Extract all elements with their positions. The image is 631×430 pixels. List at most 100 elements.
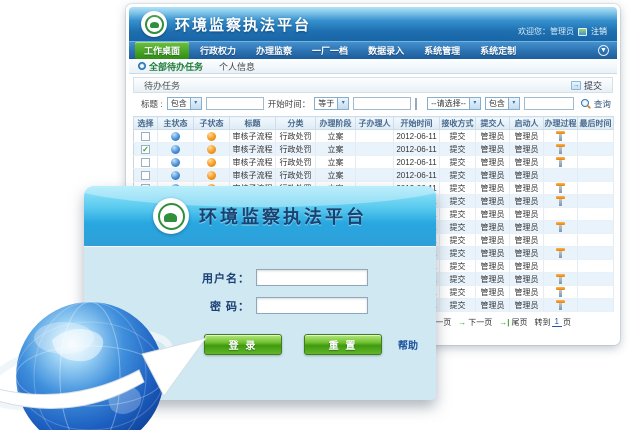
process-cell <box>544 221 578 234</box>
menu-item[interactable]: 系统定制 <box>471 42 525 59</box>
receive-cell: 提交 <box>440 130 476 143</box>
table-row[interactable]: 审核子流程行政处罚立案2012-06-11提交管理员管理员 <box>134 130 614 143</box>
process-icon[interactable] <box>556 157 565 167</box>
column-header: 接收方式 <box>440 117 476 130</box>
main-status-cell <box>158 169 194 182</box>
submit-link[interactable]: → 提交 <box>571 79 602 92</box>
category-select[interactable]: --请选择-- ▾ <box>427 97 481 110</box>
process-icon[interactable] <box>556 248 565 258</box>
title-op-select[interactable]: 包含 ▾ <box>167 97 202 110</box>
starter-cell: 管理员 <box>510 260 544 273</box>
submitter-cell: 管理员 <box>476 247 510 260</box>
menu-item[interactable]: 办理监察 <box>247 42 301 59</box>
process-icon[interactable] <box>556 183 565 193</box>
search-label: 查询 <box>594 98 611 110</box>
submitter-cell: 管理员 <box>476 195 510 208</box>
main-header: 环境监察执法平台 欢迎您：管理员 注销 <box>129 7 617 41</box>
process-icon[interactable] <box>556 144 565 154</box>
column-header: 办理过程 <box>544 117 578 130</box>
reset-button[interactable]: 重 置 <box>304 334 382 355</box>
process-cell <box>544 208 578 221</box>
row-checkbox[interactable]: ✓ <box>141 145 150 154</box>
start-time-input[interactable] <box>353 97 411 110</box>
process-cell <box>544 247 578 260</box>
login-title: 环境监察执法平台 <box>199 203 367 229</box>
select-cell <box>134 130 158 143</box>
bullet-icon <box>138 62 146 70</box>
subtab[interactable]: 个人信息 <box>219 60 255 73</box>
title-filter-input[interactable] <box>206 97 264 110</box>
password-input[interactable] <box>256 297 368 314</box>
menu-item[interactable]: 行政权力 <box>191 42 245 59</box>
subtab[interactable]: 全部待办任务 <box>138 60 203 73</box>
pagination-next[interactable]: →下一页 <box>458 317 492 328</box>
process-icon[interactable] <box>556 300 565 310</box>
process-cell <box>544 169 578 182</box>
login-buttons: 登 录 重 置 帮助 <box>204 334 418 355</box>
logout-link[interactable]: 注销 <box>591 26 607 37</box>
process-cell <box>544 156 578 169</box>
goto-page-number[interactable]: 1 <box>552 317 562 327</box>
logo-ring <box>145 15 164 34</box>
starter-cell: 管理员 <box>510 130 544 143</box>
collapse-icon[interactable]: ▼ <box>598 45 609 56</box>
column-header: 开始时间 <box>394 117 440 130</box>
start-op-select[interactable]: 等于 ▾ <box>314 97 349 110</box>
select-cell: ✓ <box>134 143 158 156</box>
menu-item[interactable]: 系统管理 <box>415 42 469 59</box>
category-cell: 行政处罚 <box>276 156 316 169</box>
search-button[interactable]: 查询 <box>581 98 611 110</box>
process-cell <box>544 195 578 208</box>
submitter-cell: 管理员 <box>476 182 510 195</box>
process-icon[interactable] <box>556 222 565 232</box>
starter-cell: 管理员 <box>510 182 544 195</box>
keyword-op-select[interactable]: 包含 ▾ <box>485 97 520 110</box>
table-row[interactable]: 审核子流程行政处罚立案2012-06-11提交管理员管理员 <box>134 169 614 182</box>
start-time-cell: 2012-06-11 <box>394 130 440 143</box>
chevron-down-icon: ▾ <box>190 98 201 109</box>
category-cell: 行政处罚 <box>276 169 316 182</box>
row-checkbox[interactable] <box>141 171 150 180</box>
receive-cell: 提交 <box>440 195 476 208</box>
process-icon[interactable] <box>556 274 565 284</box>
sub-handler-cell <box>356 156 394 169</box>
title-cell: 审核子流程 <box>230 130 276 143</box>
pagination-last[interactable]: →|尾页 <box>499 317 527 328</box>
process-icon[interactable] <box>556 196 565 206</box>
globe-sphere <box>16 302 164 430</box>
title-filter-label: 标题 : <box>141 98 163 110</box>
calendar-icon[interactable] <box>415 98 417 110</box>
receive-cell: 提交 <box>440 182 476 195</box>
select-cell <box>134 156 158 169</box>
table-row[interactable]: ✓审核子流程行政处罚立案2012-06-11提交管理员管理员 <box>134 143 614 156</box>
receive-cell: 提交 <box>440 208 476 221</box>
main-status-icon <box>171 158 180 167</box>
main-status-cell <box>158 143 194 156</box>
page-title: 环境监察执法平台 <box>175 14 311 35</box>
stage-cell: 立案 <box>316 156 356 169</box>
main-status-cell <box>158 130 194 143</box>
table-row[interactable]: 审核子流程行政处罚立案2012-06-11提交管理员管理员 <box>134 156 614 169</box>
starter-cell: 管理员 <box>510 273 544 286</box>
sub-status-cell <box>194 156 230 169</box>
receive-cell: 提交 <box>440 273 476 286</box>
menu-item[interactable]: 工作桌面 <box>135 42 189 59</box>
keyword-input[interactable] <box>524 97 574 110</box>
menu-item[interactable]: 一厂一档 <box>303 42 357 59</box>
stage-cell: 立案 <box>316 143 356 156</box>
process-icon[interactable] <box>556 287 565 297</box>
process-icon[interactable] <box>556 131 565 141</box>
menu-item[interactable]: 数据录入 <box>359 42 413 59</box>
column-header: 子状态 <box>194 117 230 130</box>
username-input[interactable] <box>256 269 368 286</box>
sub-status-cell <box>194 169 230 182</box>
row-checkbox[interactable] <box>141 158 150 167</box>
help-link[interactable]: 帮助 <box>398 337 418 352</box>
submitter-cell: 管理员 <box>476 299 510 312</box>
starter-cell: 管理员 <box>510 156 544 169</box>
submitter-cell: 管理员 <box>476 234 510 247</box>
row-checkbox[interactable] <box>141 132 150 141</box>
submitter-cell: 管理员 <box>476 143 510 156</box>
process-cell <box>544 143 578 156</box>
stage-cell: 立案 <box>316 169 356 182</box>
